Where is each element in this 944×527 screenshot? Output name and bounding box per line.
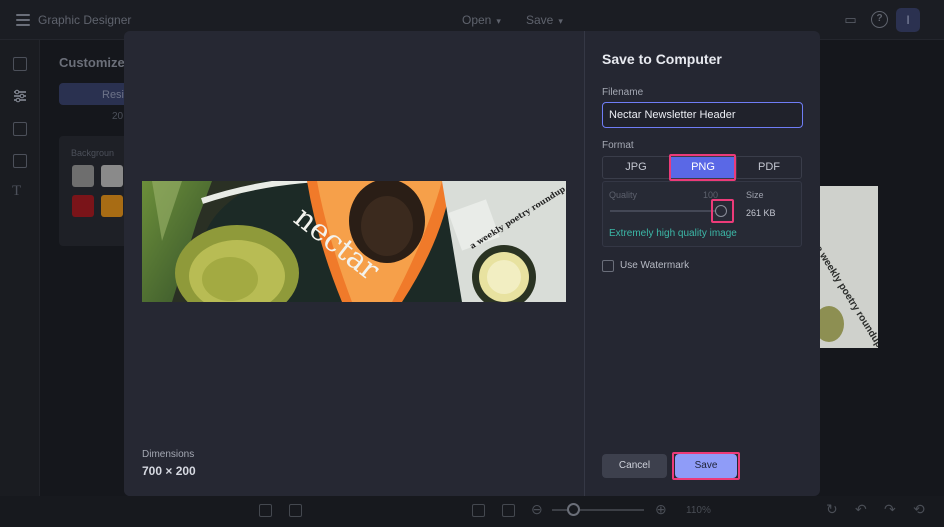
avatar[interactable]: I: [896, 8, 920, 32]
zoom-level: 110%: [686, 505, 711, 516]
quality-description: Extremely high quality image: [609, 228, 737, 239]
undo-icon[interactable]: ↶: [855, 501, 867, 518]
format-label: Format: [602, 140, 634, 151]
format-pdf-button[interactable]: PDF: [737, 157, 801, 178]
size-label: Size: [746, 190, 764, 200]
customize-sliders-icon[interactable]: [13, 89, 27, 103]
zoom-slider-knob[interactable]: [567, 503, 580, 516]
text-tool-icon[interactable]: T: [12, 183, 21, 200]
filename-label: Filename: [602, 87, 644, 98]
dimensions-value: 700 × 200: [142, 464, 196, 478]
design-canvas-edge: a weekly poetry roundup: [820, 186, 878, 348]
templates-icon[interactable]: [13, 57, 27, 71]
open-menu-label: Open: [462, 13, 492, 27]
panel-number-hint: 20: [112, 111, 124, 122]
refresh-icon[interactable]: ↻: [826, 501, 838, 518]
save-menu[interactable]: Save ▾: [526, 13, 563, 27]
elements-grid-icon[interactable]: [13, 154, 27, 168]
size-value: 261 KB: [746, 208, 776, 218]
hamburger-menu-icon[interactable]: [16, 14, 30, 26]
left-tool-rail: T: [0, 40, 40, 527]
dialog-divider: [584, 31, 585, 496]
preview-area: nectar a weekly poetry roundup Dimension…: [124, 31, 584, 496]
quality-label: Quality: [609, 190, 638, 200]
background-label: Backgroun: [71, 148, 115, 158]
design-preview-image: nectar a weekly poetry roundup: [142, 181, 566, 302]
color-swatch[interactable]: [72, 165, 94, 187]
layers-icon[interactable]: [259, 504, 272, 517]
open-menu[interactable]: Open ▾: [462, 13, 501, 27]
preview-artwork: nectar a weekly poetry roundup: [142, 181, 566, 302]
color-swatch[interactable]: [72, 195, 94, 217]
shrink-icon[interactable]: [502, 504, 515, 517]
canvas-fruit-shape: [820, 306, 844, 342]
layout-icon[interactable]: [13, 122, 27, 136]
save-menu-label: Save: [526, 13, 554, 27]
resize-tab[interactable]: Resi: [59, 83, 129, 105]
zoom-in-icon[interactable]: ⊕: [655, 501, 667, 518]
fit-screen-icon[interactable]: [472, 504, 485, 517]
chevron-down-icon: ▾: [496, 16, 501, 26]
format-jpg-button[interactable]: JPG: [603, 157, 669, 178]
dimensions-label: Dimensions: [142, 449, 195, 460]
zoom-out-icon[interactable]: ⊖: [531, 501, 543, 518]
png-highlight-box: [669, 154, 736, 181]
watermark-label[interactable]: Use Watermark: [620, 260, 689, 271]
color-swatch[interactable]: [101, 165, 123, 187]
cancel-button[interactable]: Cancel: [602, 454, 667, 478]
app-title: Graphic Designer: [38, 13, 132, 27]
save-dialog: nectar a weekly poetry roundup Dimension…: [124, 31, 820, 496]
chevron-down-icon: ▾: [558, 16, 563, 26]
quality-slider-track[interactable]: [610, 210, 724, 212]
color-swatch[interactable]: [101, 195, 123, 217]
comment-icon[interactable]: ▭: [842, 11, 859, 28]
grid-icon[interactable]: [289, 504, 302, 517]
help-icon[interactable]: ?: [871, 11, 888, 28]
filename-input[interactable]: [602, 102, 803, 128]
save-highlight-box: [672, 452, 740, 480]
watermark-checkbox[interactable]: [602, 260, 614, 272]
quality-panel: Quality 100 Size 261 KB Extremely high q…: [602, 181, 802, 247]
dialog-title: Save to Computer: [602, 51, 722, 67]
slider-highlight-box: [711, 199, 734, 223]
customize-panel-title: Customize: [59, 55, 125, 70]
redo-icon[interactable]: ↷: [884, 501, 896, 518]
zoom-slider-track[interactable]: [552, 509, 644, 511]
history-icon[interactable]: ⟲: [913, 501, 925, 518]
